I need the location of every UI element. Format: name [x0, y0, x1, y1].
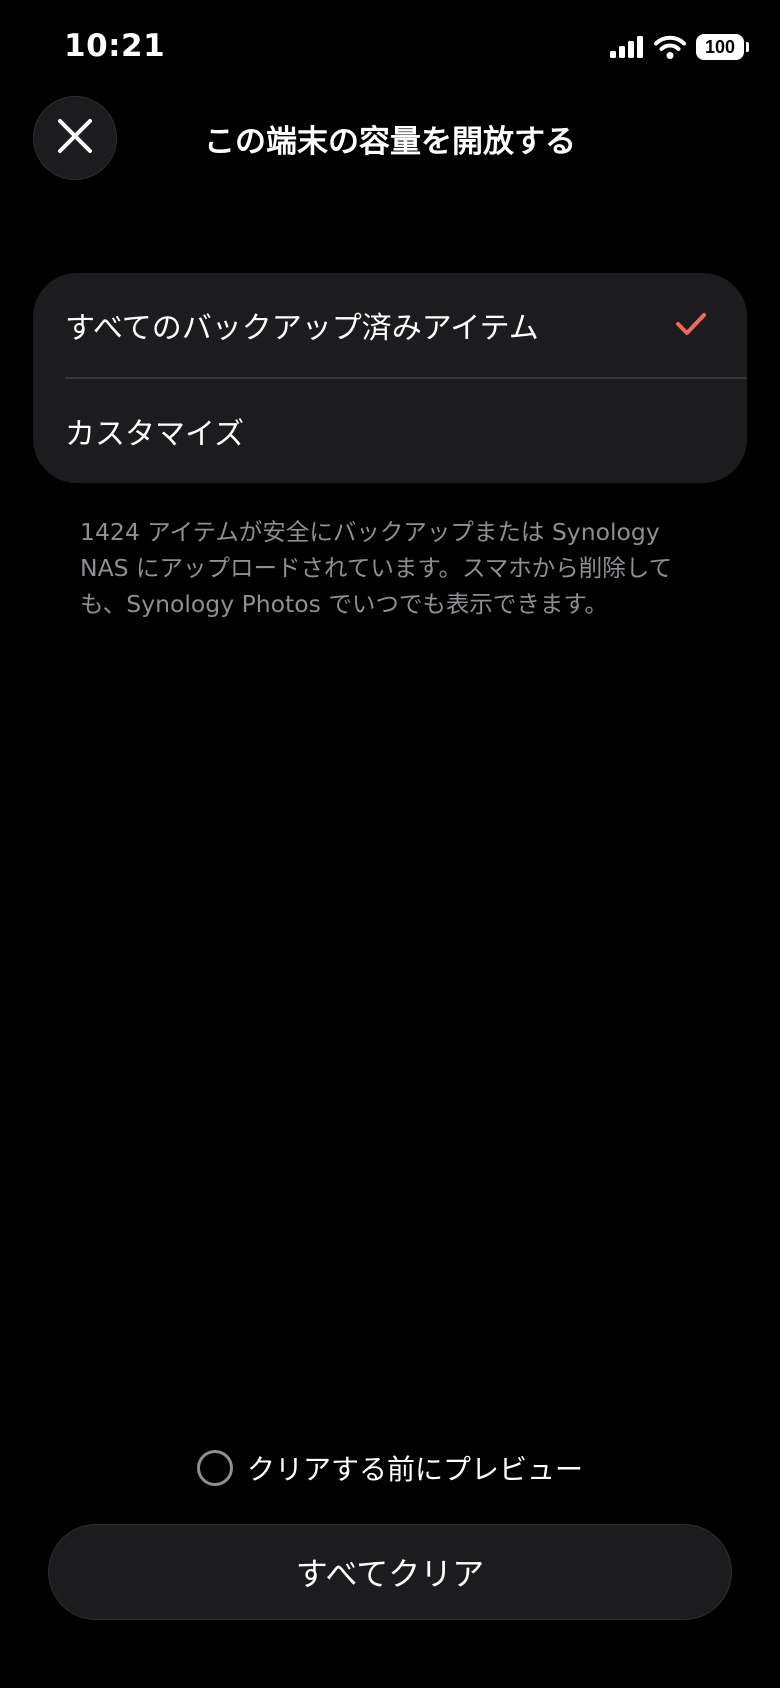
preview-label: クリアする前にプレビュー — [246, 1453, 583, 1486]
description-text: 1424 アイテムが安全にバックアップまたは Synology NAS にアップ… — [80, 518, 673, 618]
clear-all-button[interactable]: すべてクリア — [48, 1524, 732, 1620]
page-title: この端末の容量を開放する — [204, 124, 576, 160]
status-bar: 10:21 100 — [0, 0, 780, 100]
options-card: すべてのバックアップ済みアイテム カスタマイズ — [33, 273, 747, 483]
status-icons: 100 — [610, 34, 749, 60]
option-label: すべてのバックアップ済みアイテム — [65, 311, 539, 346]
battery-icon: 100 — [696, 34, 749, 60]
option-label: カスタマイズ — [65, 417, 245, 452]
status-time: 10:21 — [64, 28, 166, 64]
signal-icon — [610, 36, 644, 58]
preview-before-clear-toggle[interactable]: クリアする前にプレビュー — [0, 1448, 780, 1488]
battery-level: 100 — [704, 36, 736, 57]
wifi-icon — [654, 35, 686, 59]
option-all-backed-up[interactable]: すべてのバックアップ済みアイテム — [33, 273, 747, 377]
option-customize[interactable]: カスタマイズ — [33, 379, 747, 483]
clear-all-label: すべてクリア — [295, 1555, 485, 1593]
radio-circle-icon[interactable] — [196, 1450, 233, 1486]
checkmark-icon — [675, 311, 707, 341]
